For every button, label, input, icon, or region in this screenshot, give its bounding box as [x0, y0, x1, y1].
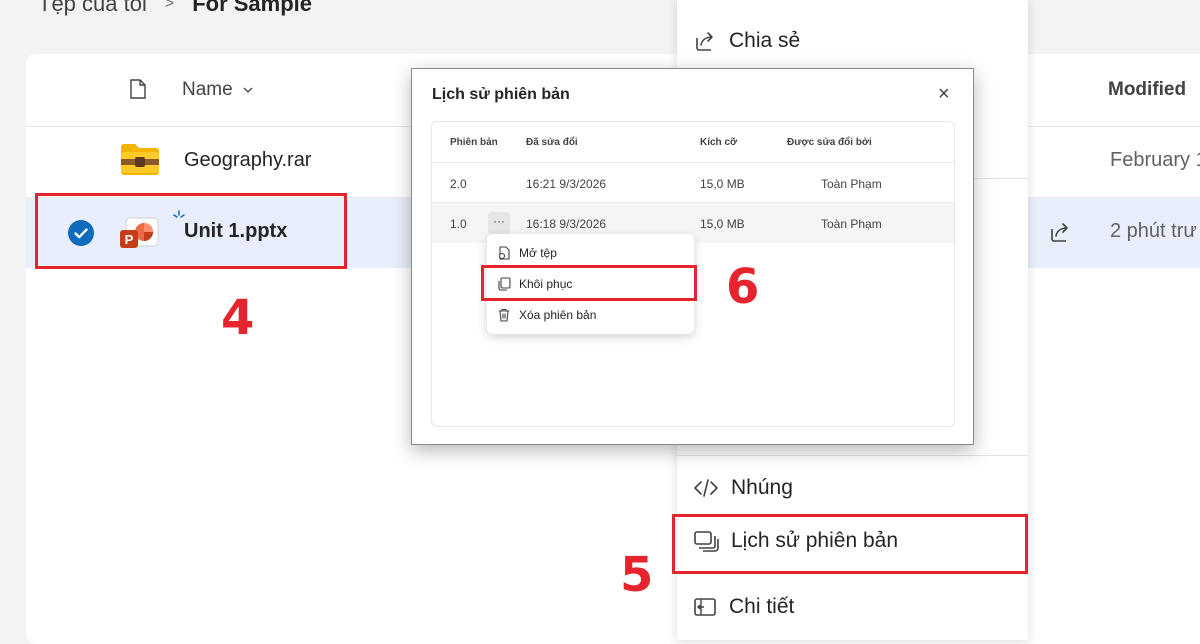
column-header-modified: Đã sửa đổi [526, 137, 578, 148]
file-name[interactable]: Geography.rar [184, 149, 311, 172]
annotation-step-5: 5 [620, 547, 654, 603]
share-icon[interactable] [1048, 220, 1072, 244]
annotation-box-version-history [672, 514, 1028, 574]
breadcrumb: Tệp của tôi > For Sample [38, 0, 312, 20]
menu-divider [677, 455, 1028, 456]
menu-item-embed[interactable]: Nhúng [693, 476, 793, 500]
column-header-version: Phiên bản [450, 137, 498, 148]
menu-item-label: Nhúng [731, 476, 793, 499]
version-size: 15,0 MB [700, 177, 745, 191]
breadcrumb-parent[interactable]: Tệp của tôi [38, 0, 147, 17]
menu-item-delete-version[interactable]: Xóa phiên bản [497, 308, 596, 322]
annotation-step-6: 6 [726, 259, 760, 315]
menu-item-details[interactable]: Chi tiết [693, 595, 794, 619]
menu-item-label: Chia sẻ [729, 29, 801, 52]
annotation-box-restore [481, 265, 697, 301]
breadcrumb-current: For Sample [192, 0, 312, 16]
name-column-header[interactable]: Name [182, 79, 253, 101]
version-number: 1.0 [450, 217, 467, 231]
dialog-title: Lịch sử phiên bản [432, 86, 570, 103]
version-modified: 16:18 9/3/2026 [526, 217, 607, 231]
open-file-icon [498, 246, 510, 260]
chevron-down-icon [243, 87, 253, 93]
details-icon [694, 598, 716, 616]
annotation-box-file [35, 193, 347, 269]
modified-column-header[interactable]: Modified [1108, 79, 1186, 101]
menu-item-label: Chi tiết [729, 595, 795, 618]
breadcrumb-separator: > [164, 0, 175, 12]
menu-item-label: Xóa phiên bản [519, 308, 597, 322]
annotation-step-4: 4 [221, 290, 255, 346]
menu-item-label: Mở tệp [519, 246, 557, 260]
menu-item-share[interactable]: Chia sẻ [693, 29, 800, 53]
version-author: Toàn Phạm [821, 217, 882, 231]
close-icon[interactable]: × [938, 84, 950, 104]
delete-icon [499, 308, 509, 322]
version-size: 15,0 MB [700, 217, 745, 231]
zip-folder-icon [121, 144, 159, 175]
file-type-icon [130, 79, 146, 99]
version-row[interactable]: 2.0 16:21 9/3/2026 15,0 MB Toàn Phạm [432, 162, 954, 203]
version-modified: 16:21 9/3/2026 [526, 177, 607, 191]
menu-item-open-file[interactable]: Mở tệp [497, 246, 557, 260]
version-history-dialog: Lịch sử phiên bản × Phiên bản Đã sửa đổi… [411, 68, 974, 445]
file-modified: February 1 [1110, 149, 1200, 171]
share-icon [696, 32, 713, 51]
version-number: 2.0 [450, 177, 467, 191]
column-header-modified-by: Được sửa đổi bởi [787, 137, 872, 148]
more-options-button[interactable]: ··· [488, 212, 510, 234]
name-column-label: Name [182, 79, 233, 100]
file-modified: 2 phút trư [1110, 220, 1197, 242]
version-author: Toàn Phạm [821, 177, 882, 191]
code-icon [694, 479, 718, 497]
column-header-size: Kích cỡ [700, 137, 738, 148]
